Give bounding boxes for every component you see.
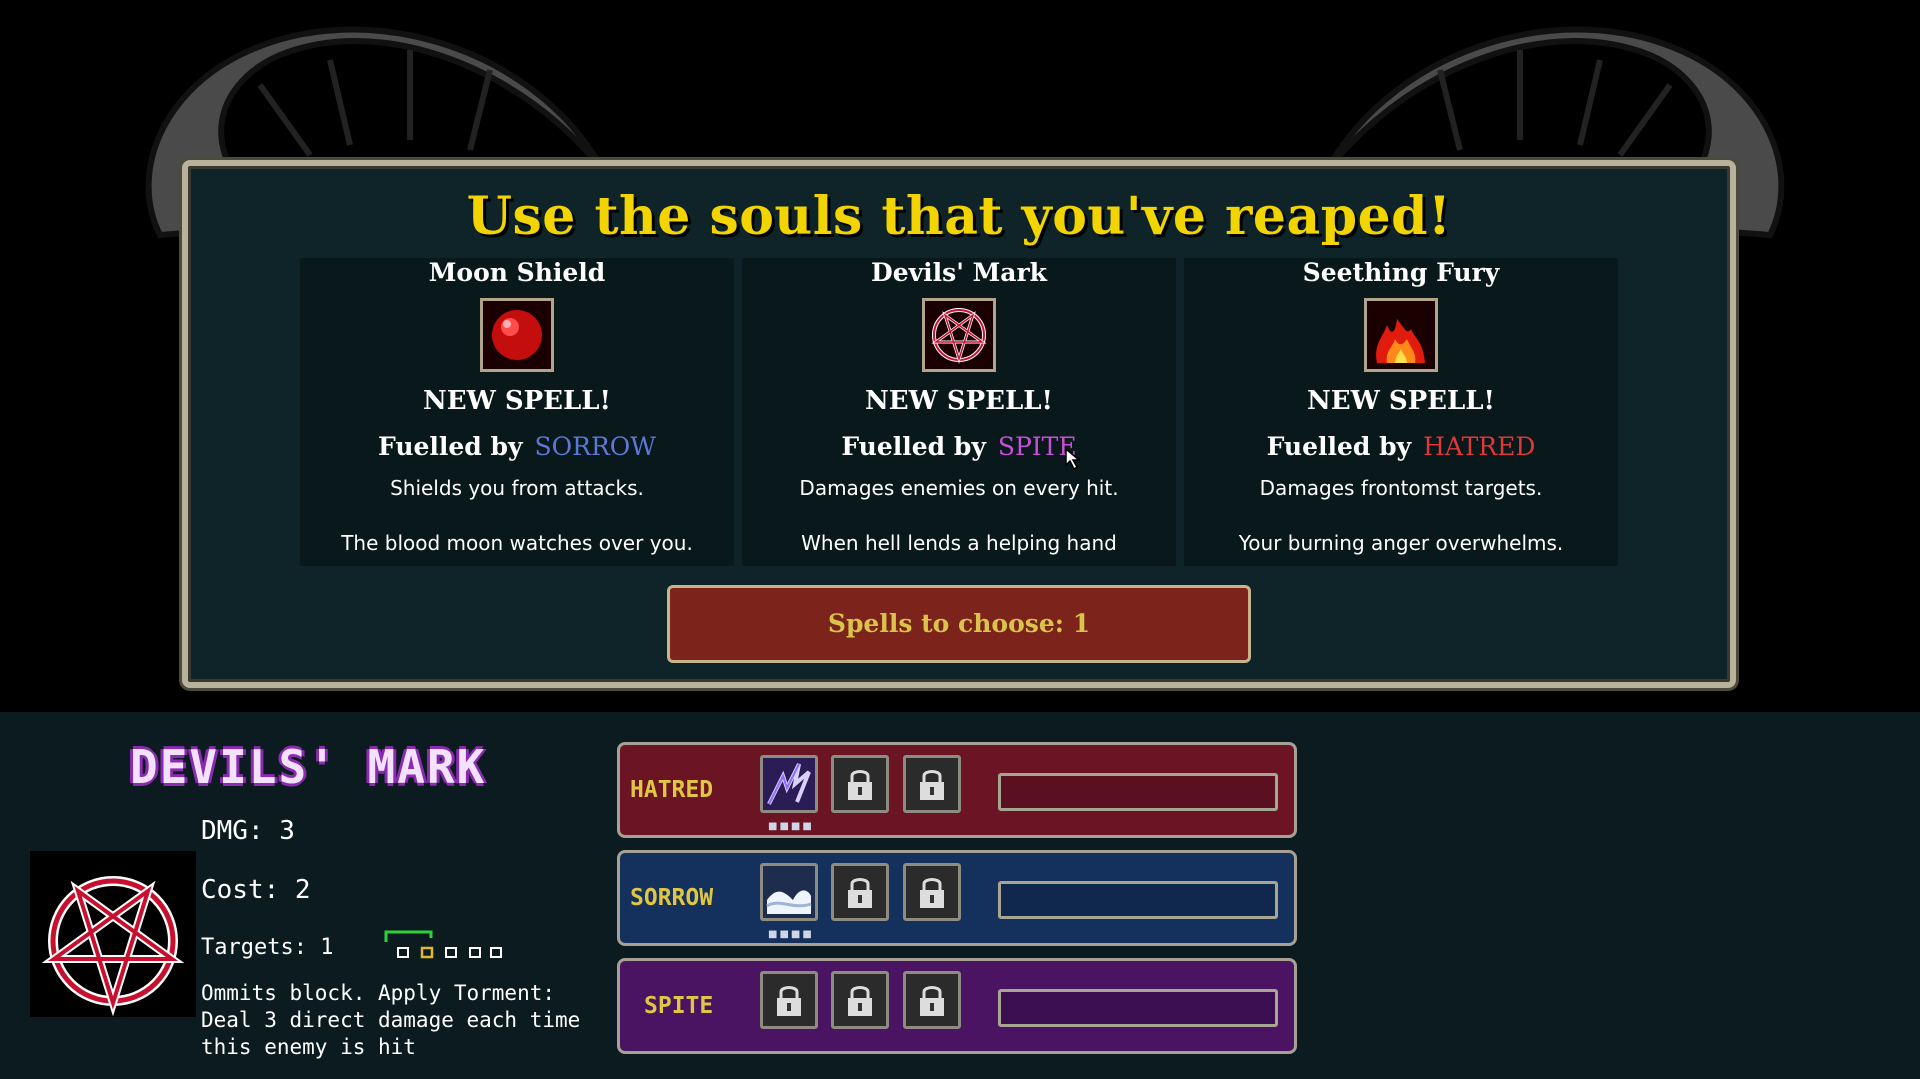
lock-icon [848, 986, 872, 1016]
hatred-row: HATRED ■■■■ [617, 742, 1297, 838]
spell-description: Shields you from attacks. [390, 476, 644, 500]
spell-name: Seething Fury [1302, 258, 1500, 287]
spell-card-seething-fury[interactable]: Seething Fury NEW SPELL! Fuelled by HATRE… [1184, 258, 1618, 566]
row-label: SORROW [630, 885, 714, 911]
selected-spell-pentagram-icon [30, 851, 196, 1017]
lock-icon [777, 986, 801, 1016]
selected-spell-description: Ommits block. Apply Torment: Deal 3 dire… [201, 981, 581, 1059]
spite-row: SPITE [617, 958, 1297, 1054]
spells-to-choose-button[interactable]: Spells to choose: 1 [667, 585, 1251, 663]
locked-slot[interactable] [903, 971, 961, 1029]
spell-targets: Targets: 1 [201, 935, 334, 960]
spell-flavor: The blood moon watches over you. [341, 531, 693, 555]
row-label: SPITE [644, 993, 714, 1019]
new-spell-label: NEW SPELL! [865, 386, 1053, 416]
fuel-emotion: HATRED [1423, 432, 1536, 461]
spell-description: Damages frontomst targets. [1259, 476, 1543, 500]
spell-name: Devils' Mark [871, 258, 1047, 287]
locked-slot[interactable] [831, 971, 889, 1029]
new-spell-label: NEW SPELL! [423, 386, 611, 416]
spell-card-devils-mark[interactable]: Devils' Mark NEW SPELL! Fuelled by SPITE … [742, 258, 1176, 566]
lock-icon [920, 986, 944, 1016]
red-orb-icon [480, 298, 554, 372]
hatred-spell-slot[interactable] [760, 755, 818, 813]
spell-description: Damages enemies on every hit. [799, 476, 1119, 500]
fuel-emotion: SORROW [534, 432, 656, 461]
fuel-prefix: Fuelled by [378, 432, 523, 461]
target-indicator-icon [384, 930, 502, 959]
slot-pips: ■■■■ [768, 929, 814, 940]
fuel-line: Fuelled by HATRED [1184, 432, 1618, 461]
spell-name: Moon Shield [428, 258, 606, 287]
hatred-soul-bar [998, 773, 1278, 811]
locked-slot[interactable] [831, 755, 889, 813]
fuel-prefix: Fuelled by [841, 432, 986, 461]
sorrow-spell-slot[interactable] [760, 863, 818, 921]
flame-icon [1364, 298, 1438, 372]
lock-icon [848, 770, 872, 800]
spite-soul-bar [998, 989, 1278, 1027]
locked-slot[interactable] [903, 755, 961, 813]
locked-slot[interactable] [831, 863, 889, 921]
mouse-cursor-icon [1065, 447, 1082, 471]
spell-damage: DMG: 3 [201, 816, 295, 846]
fuel-line: Fuelled by SPITE [742, 432, 1176, 461]
fuel-line: Fuelled by SORROW [300, 432, 734, 461]
sorrow-soul-bar [998, 881, 1278, 919]
pentagram-icon [922, 298, 996, 372]
locked-slot[interactable] [903, 863, 961, 921]
lock-icon [920, 878, 944, 908]
spell-card-moon-shield[interactable]: Moon Shield NEW SPELL! Fuelled by SORROW … [300, 258, 734, 566]
sorrow-row: SORROW ■■■■ [617, 850, 1297, 946]
row-label: HATRED [630, 777, 714, 803]
panel-title: Use the souls that you've reaped! [466, 186, 1452, 247]
new-spell-label: NEW SPELL! [1307, 386, 1495, 416]
lock-icon [920, 770, 944, 800]
lock-icon [848, 878, 872, 908]
selected-spell-title: DEVILS' MARK [130, 740, 487, 794]
spell-flavor: When hell lends a helping hand [801, 531, 1117, 555]
spell-flavor: Your burning anger overwhelms. [1238, 531, 1564, 555]
fuel-prefix: Fuelled by [1266, 432, 1412, 461]
slot-pips: ■■■■ [768, 821, 814, 832]
spell-cost: Cost: 2 [201, 875, 311, 905]
locked-slot[interactable] [760, 971, 818, 1029]
